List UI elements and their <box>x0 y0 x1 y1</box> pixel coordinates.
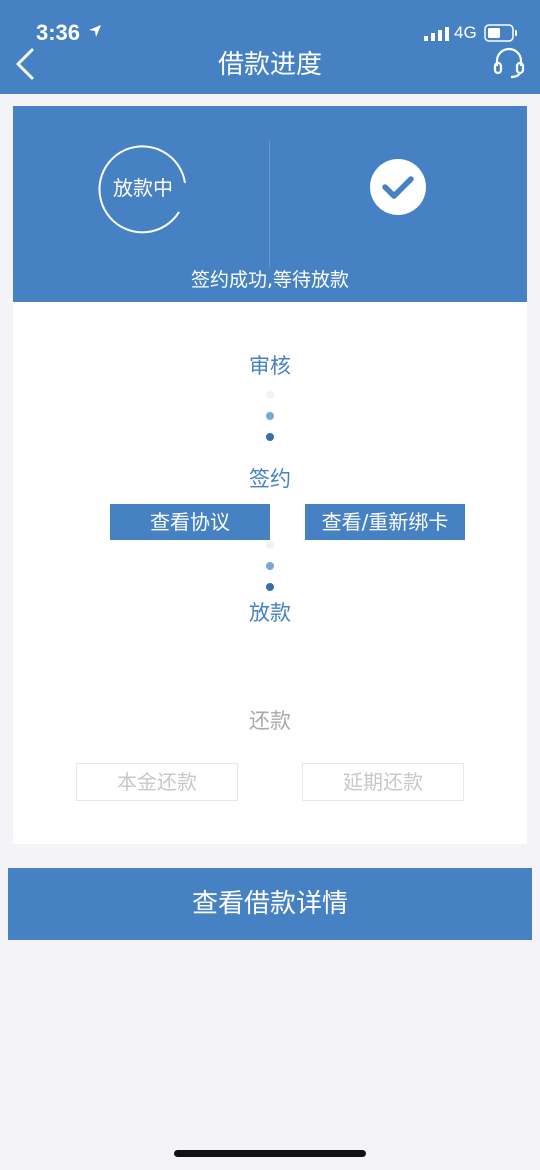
top-bar: 3:36 4G 借款进度 <box>0 0 540 94</box>
status-text: 签约成功,等待放款 <box>190 269 350 291</box>
header-divider <box>269 141 270 267</box>
ring-label: 放款中 <box>113 176 173 200</box>
loan-progress-card: 放款中 签约成功,等待放款 审核 签约 查看协议 查看/重新绑卡 放款 还款 本… <box>13 106 527 844</box>
progress-header: 放款中 签约成功,等待放款 <box>13 106 527 302</box>
step-repay: 还款 <box>249 709 291 733</box>
view-agreement-button[interactable]: 查看协议 <box>110 504 270 540</box>
signal-icon <box>424 27 449 41</box>
progress-dot <box>266 541 274 549</box>
network-type: 4G <box>454 23 477 42</box>
extension-repay-button[interactable]: 延期还款 <box>302 763 464 801</box>
battery-icon <box>484 24 517 42</box>
progress-dot <box>266 433 274 441</box>
location-arrow-icon <box>89 25 101 37</box>
progress-dot <box>266 583 274 591</box>
step-sign: 签约 <box>249 467 291 491</box>
step-disburse: 放款 <box>249 601 291 625</box>
home-indicator <box>174 1150 366 1157</box>
progress-dot <box>266 391 274 399</box>
customer-service-icon[interactable] <box>492 46 526 80</box>
view-loan-details-button[interactable]: 查看借款详情 <box>8 868 532 940</box>
page-title: 借款进度 <box>217 50 322 80</box>
principal-repay-button[interactable]: 本金还款 <box>76 763 238 801</box>
progress-dot <box>266 562 274 570</box>
view-rebind-card-button[interactable]: 查看/重新绑卡 <box>305 504 465 540</box>
check-circle-icon <box>370 159 426 215</box>
step-review: 审核 <box>249 354 291 378</box>
progress-dot <box>266 412 274 420</box>
status-time: 3:36 <box>36 20 81 45</box>
